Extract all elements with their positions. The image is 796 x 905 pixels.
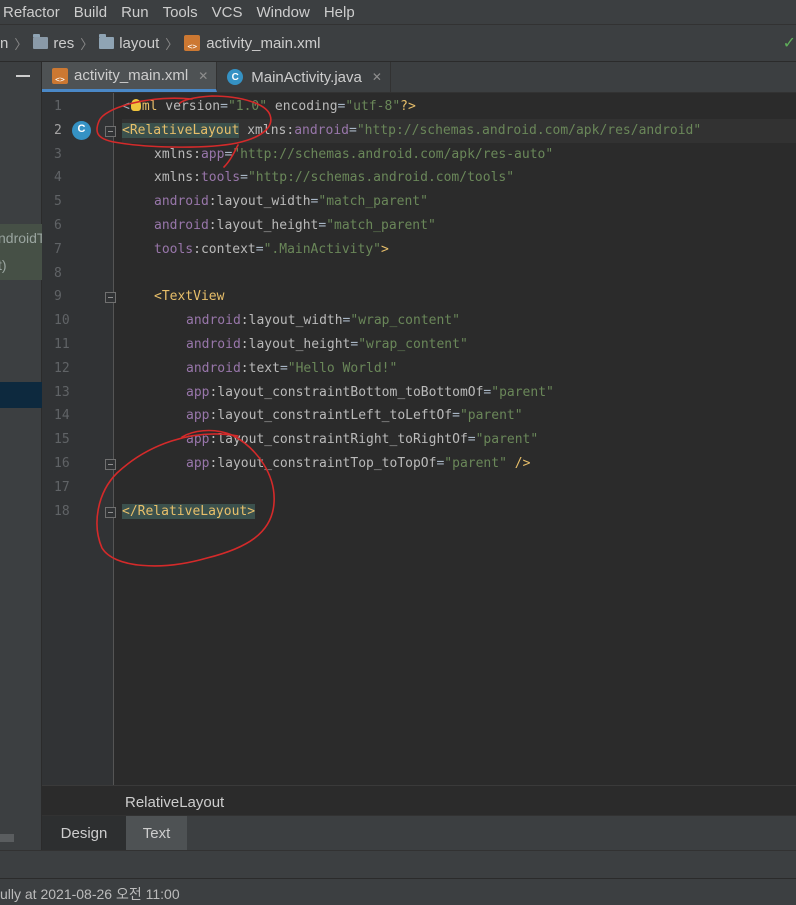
code-line[interactable]: <TextView	[122, 285, 796, 309]
tab-text[interactable]: Text	[126, 816, 187, 850]
line-number: 11	[54, 336, 70, 352]
menu-build[interactable]: Build	[74, 4, 107, 21]
menu-refactor[interactable]: Refactor	[3, 4, 60, 21]
status-bar: ully at 2021-08-26 오전 11:00	[0, 878, 796, 905]
close-icon[interactable]: ✕	[372, 70, 382, 84]
breadcrumb-layout-label: layout	[119, 34, 160, 52]
java-class-icon: C	[227, 69, 244, 85]
project-panel: ndroidT t)	[0, 62, 46, 850]
tab-activity-main-xml[interactable]: <> activity_main.xml ✕	[42, 62, 218, 92]
code-breadcrumb-item[interactable]: RelativeLayout	[125, 794, 224, 811]
breadcrumb-file[interactable]: <> activity_main.xml	[184, 35, 320, 52]
line-number: 7	[54, 241, 62, 257]
line-number: 14	[54, 408, 70, 424]
code-line[interactable]	[122, 262, 796, 286]
line-number: 1	[54, 99, 62, 114]
code-breadcrumb: RelativeLayout	[42, 785, 796, 815]
line-number: 8	[54, 265, 62, 281]
status-text: ully at 2021-08-26 오전 11:00	[0, 886, 180, 902]
menu-bar: Refactor Build Run Tools VCS Window Help	[0, 0, 796, 25]
code-line[interactable]: <RelativeLayout xmlns:android="http://sc…	[122, 118, 796, 143]
tool-window-bar	[0, 850, 796, 878]
code-line[interactable]: xmlns:tools="http://schemas.android.com/…	[122, 166, 796, 190]
design-text-tabs: Design Text	[42, 815, 796, 850]
xml-file-icon: <>	[184, 35, 201, 51]
project-item-text: ndroidT	[0, 230, 46, 246]
line-number: 10	[54, 313, 70, 329]
lightbulb-icon[interactable]	[130, 99, 141, 111]
code-line[interactable]: xmlns:app="http://schemas.android.com/ap…	[122, 143, 796, 167]
fold-icon[interactable]	[105, 292, 116, 304]
line-number: 15	[54, 432, 70, 448]
code-line[interactable]: app:layout_constraintBottom_toBottomOf="…	[122, 381, 796, 405]
code-line[interactable]: app:layout_constraintRight_toRightOf="pa…	[122, 428, 796, 452]
checkmark-icon: ✓	[782, 33, 796, 52]
fold-icon[interactable]	[105, 506, 116, 518]
menu-tools[interactable]: Tools	[163, 4, 198, 21]
code-line[interactable]: app:layout_constraintTop_toTopOf="parent…	[122, 452, 796, 476]
code-line[interactable]: android:layout_height="wrap_content"	[122, 333, 796, 357]
scrollbar[interactable]	[0, 834, 14, 842]
code-line[interactable]: app:layout_constraintLeft_toLeftOf="pare…	[122, 404, 796, 428]
breadcrumb-lead[interactable]: n	[0, 35, 8, 52]
menu-help[interactable]: Help	[324, 4, 355, 21]
xml-file-icon: <>	[52, 67, 68, 84]
line-number: 16	[42, 452, 116, 476]
code-editor[interactable]: 1 2C 3 4 5 6 7 8 9 10 11 12 13 14 15 16 …	[42, 93, 796, 785]
project-item-text: t)	[0, 257, 7, 273]
breadcrumb-lead-label: n	[0, 34, 9, 52]
line-number: 9	[42, 285, 116, 309]
chevron-right-icon: 〉	[80, 37, 94, 53]
menu-run[interactable]: Run	[121, 4, 149, 21]
fold-icon[interactable]	[105, 125, 116, 137]
line-number: 4	[54, 170, 62, 186]
folder-icon	[99, 34, 115, 49]
code-line[interactable]: < ml version="1.0" encoding="utf-8"?>	[122, 95, 796, 119]
code-line[interactable]: android:layout_width="wrap_content"	[122, 309, 796, 333]
code-line[interactable]: tools:context=".MainActivity">	[122, 238, 796, 262]
code-line[interactable]	[122, 476, 796, 500]
line-number: 5	[54, 194, 62, 210]
line-number: 6	[54, 217, 62, 233]
code-line[interactable]: android:layout_height="match_parent"	[122, 214, 796, 238]
folder-icon	[33, 34, 49, 49]
code-line[interactable]: </RelativeLayout>	[122, 500, 796, 524]
navigation-bar: n 〉 res 〉 layout 〉 <> activity_main.xml …	[0, 25, 796, 62]
breadcrumb-layout[interactable]: layout	[99, 34, 160, 52]
code-line[interactable]: android:layout_width="match_parent"	[122, 190, 796, 214]
chevron-right-icon: 〉	[165, 37, 179, 53]
tab-mainactivity-java[interactable]: C MainActivity.java ✕	[217, 62, 391, 92]
menu-window[interactable]: Window	[256, 4, 309, 21]
class-gutter-icon[interactable]: C	[72, 120, 91, 140]
menu-vcs[interactable]: VCS	[212, 4, 243, 21]
code-line[interactable]: android:text="Hello World!"	[122, 357, 796, 381]
tab-label: MainActivity.java	[251, 68, 362, 86]
minimize-icon[interactable]	[16, 75, 30, 77]
line-number: 2C	[42, 119, 116, 143]
line-number: 12	[54, 360, 70, 376]
line-number: 3	[54, 146, 62, 162]
tab-design[interactable]: Design	[42, 816, 126, 850]
breadcrumb-res[interactable]: res	[33, 34, 75, 52]
chevron-right-icon: 〉	[14, 37, 28, 53]
line-number: 17	[54, 479, 70, 495]
fold-icon[interactable]	[105, 458, 116, 470]
project-item-selected[interactable]	[0, 382, 42, 408]
breadcrumb-res-label: res	[53, 34, 75, 52]
line-number: 13	[54, 384, 70, 400]
editor-gutter: 1 2C 3 4 5 6 7 8 9 10 11 12 13 14 15 16 …	[42, 93, 116, 785]
line-number: 18	[42, 500, 116, 524]
editor-tabs: <> activity_main.xml ✕ C MainActivity.ja…	[42, 62, 796, 93]
code-lines[interactable]: < ml version="1.0" encoding="utf-8"?> <Re…	[122, 95, 796, 523]
breadcrumb-file-label: activity_main.xml	[206, 34, 321, 52]
close-icon[interactable]: ✕	[198, 69, 208, 83]
tab-label: activity_main.xml	[74, 67, 189, 84]
